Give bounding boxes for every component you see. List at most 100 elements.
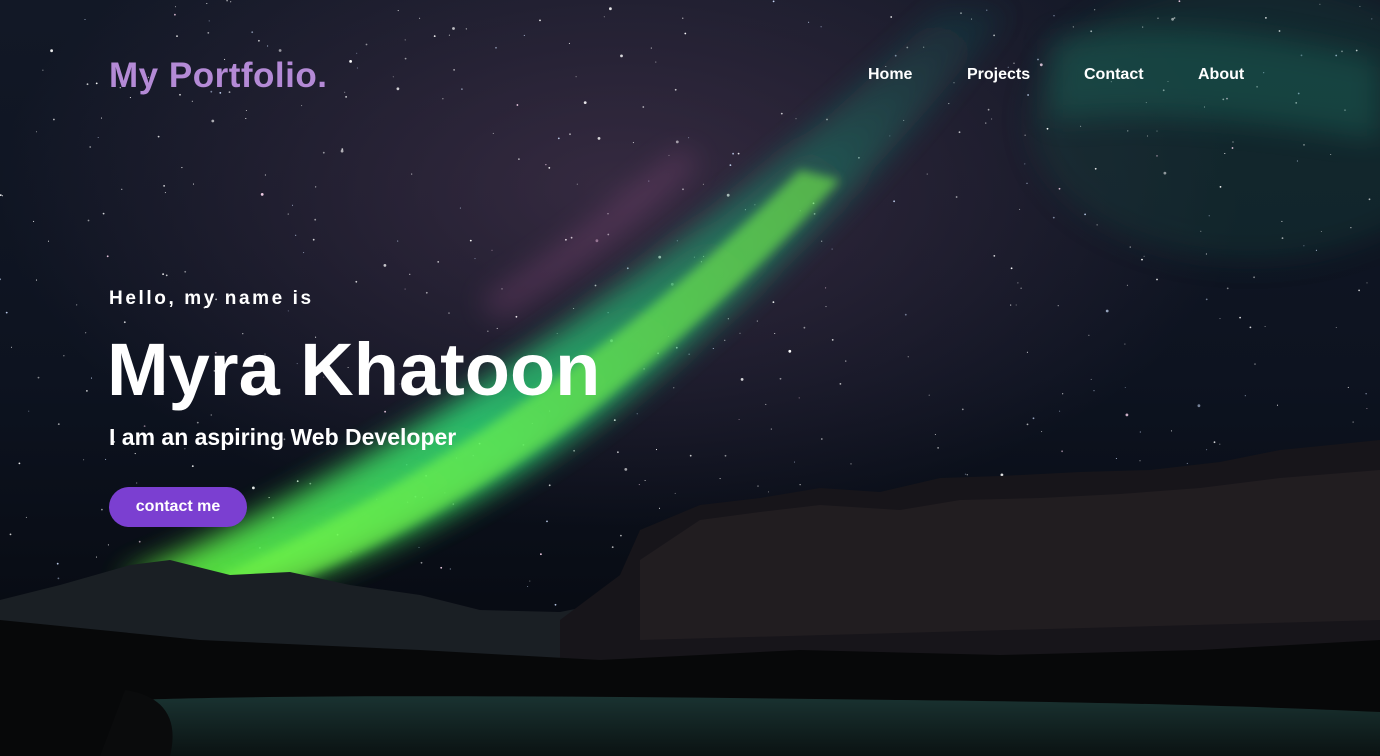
star-dot [1010, 267, 1013, 270]
star-dot [1213, 441, 1216, 444]
hero-tagline: I am an aspiring Web Developer [109, 424, 457, 450]
nav-link-projects[interactable]: Projects [967, 66, 1030, 84]
star-dot [57, 577, 60, 580]
star-dot [25, 516, 27, 518]
star-dot [1093, 390, 1095, 392]
star-dot [673, 387, 675, 389]
star-dot [1156, 155, 1158, 157]
star-dot [821, 240, 823, 242]
star-dot [1126, 284, 1128, 286]
star-dot [291, 204, 294, 206]
star-dot [1254, 363, 1256, 365]
star-dot [1200, 230, 1202, 232]
star-dot [937, 447, 939, 449]
star-dot [658, 507, 661, 509]
star-dot [1041, 431, 1043, 433]
star-dot [1366, 282, 1368, 284]
star-dot [9, 533, 12, 536]
star-dot [966, 474, 968, 476]
star-dot [1026, 351, 1028, 353]
star-dot [529, 580, 531, 582]
star-dot [934, 433, 936, 436]
star-dot [688, 353, 690, 355]
star-dot [437, 261, 440, 263]
star-dot [626, 267, 629, 270]
star-dot [210, 414, 212, 416]
star-dot [404, 288, 406, 290]
star-dot [86, 390, 88, 392]
star-dot [788, 349, 792, 353]
star-dot [803, 326, 806, 329]
star-dot [448, 312, 450, 314]
nav-link-home[interactable]: Home [868, 66, 912, 84]
star-dot [1024, 163, 1026, 165]
star-dot [719, 478, 721, 480]
star-dot [1057, 305, 1059, 307]
star-dot [83, 459, 85, 461]
star-dot [1, 195, 4, 197]
star-dot [644, 479, 646, 482]
star-dot [1124, 386, 1126, 389]
star-dot [798, 397, 800, 399]
star-dot [47, 240, 50, 242]
star-dot [831, 339, 834, 341]
star-dot [184, 270, 187, 273]
star-dot [33, 220, 35, 222]
star-dot [655, 449, 658, 451]
star-dot [1094, 167, 1097, 170]
nav-link-contact[interactable]: Contact [1084, 66, 1144, 84]
star-dot [554, 603, 557, 606]
star-dot [192, 183, 195, 185]
star-dot [779, 377, 782, 380]
star-dot [5, 311, 8, 314]
star-dot [594, 284, 597, 287]
star-dot [904, 313, 907, 316]
site-logo[interactable]: My Portfolio. [109, 56, 327, 96]
star-dot [1208, 215, 1210, 217]
star-dot [1163, 171, 1167, 175]
star-dot [1303, 245, 1305, 247]
star-dot [420, 561, 423, 564]
star-dot [260, 193, 264, 196]
star-dot [799, 484, 801, 486]
star-dot [1320, 230, 1322, 233]
contact-me-button[interactable]: contact me [109, 487, 247, 527]
star-dot [732, 152, 734, 155]
star-dot [107, 544, 109, 546]
star-dot [1219, 186, 1222, 188]
star-dot [611, 546, 614, 548]
star-dot [928, 394, 930, 396]
star-dot [95, 556, 98, 558]
star-dot [1330, 153, 1332, 156]
star-dot [1264, 325, 1266, 328]
star-dot [268, 497, 270, 499]
star-dot [181, 167, 183, 169]
star-dot [1124, 343, 1126, 345]
star-dot [1253, 276, 1255, 279]
star-dot [315, 186, 317, 188]
star-dot [295, 234, 297, 236]
star-dot [101, 508, 103, 511]
star-dot [1059, 410, 1061, 412]
star-dot [1062, 393, 1064, 395]
star-dot [729, 164, 732, 167]
nav-link-about[interactable]: About [1198, 66, 1244, 84]
star-dot [636, 413, 638, 415]
star-dot [418, 546, 420, 548]
star-dot [576, 183, 578, 185]
star-dot [1026, 182, 1028, 184]
star-dot [617, 451, 619, 454]
star-dot [772, 301, 775, 303]
star-dot [545, 164, 547, 166]
star-dot [163, 185, 166, 187]
star-dot [1129, 246, 1131, 248]
star-dot [1315, 249, 1317, 251]
star-dot [676, 240, 678, 242]
star-dot [765, 403, 767, 405]
star-dot [527, 585, 529, 588]
star-dot [702, 183, 704, 185]
hero-greeting: Hello, my name is [109, 288, 314, 309]
star-dot [1205, 298, 1208, 301]
star-dot [674, 492, 676, 494]
star-dot [1347, 386, 1349, 388]
